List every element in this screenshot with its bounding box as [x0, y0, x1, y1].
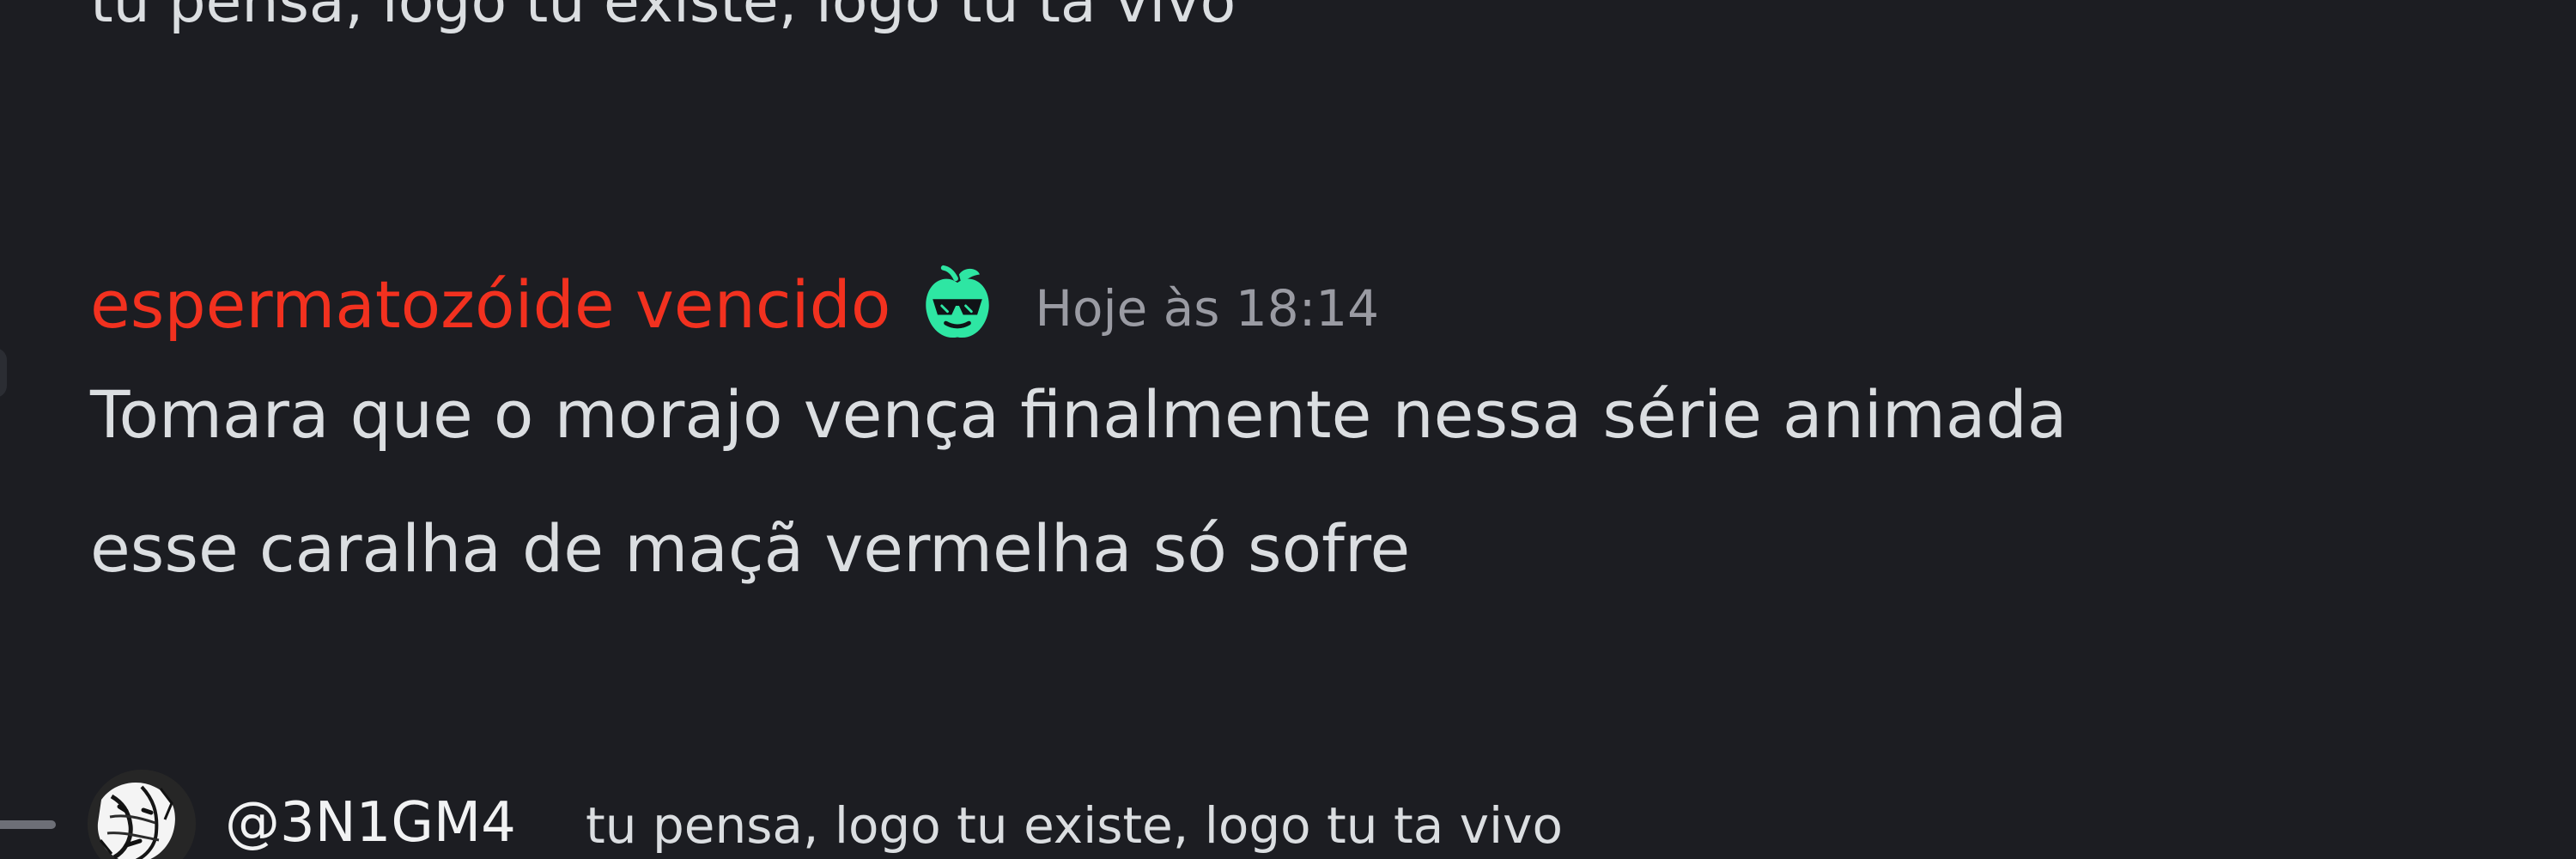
previous-message-text: tu pensa, logo tu existe, logo tu ta viv… [90, 0, 1236, 36]
message-content: Tomara que o morajo vença finalmente nes… [90, 376, 2068, 587]
reply-author[interactable]: @3N1GM4 [225, 789, 516, 857]
reply-preview[interactable]: @3N1GM4 tu pensa, logo tu existe, logo t… [0, 765, 2576, 859]
message-author[interactable]: espermatozóide vencido [90, 266, 890, 344]
message-header: espermatozóide vencido Hoje às 18:14 [90, 258, 2537, 352]
avatar-image-icon [88, 770, 196, 859]
sketched-portrait-avatar[interactable] [88, 770, 196, 859]
green-fruit-sunglasses-icon [926, 265, 990, 338]
chat-message[interactable]: espermatozóide vencido Hoje às 18:14 Tom… [90, 258, 2537, 616]
message-timestamp[interactable]: Hoje às 18:14 [1035, 274, 1379, 343]
chat-viewport: tu pensa, logo tu existe, logo tu ta viv… [0, 0, 2576, 859]
reply-connector-line [0, 820, 56, 829]
left-scroll-indicator [0, 348, 7, 398]
reply-text[interactable]: tu pensa, logo tu existe, logo tu ta viv… [586, 791, 1563, 859]
